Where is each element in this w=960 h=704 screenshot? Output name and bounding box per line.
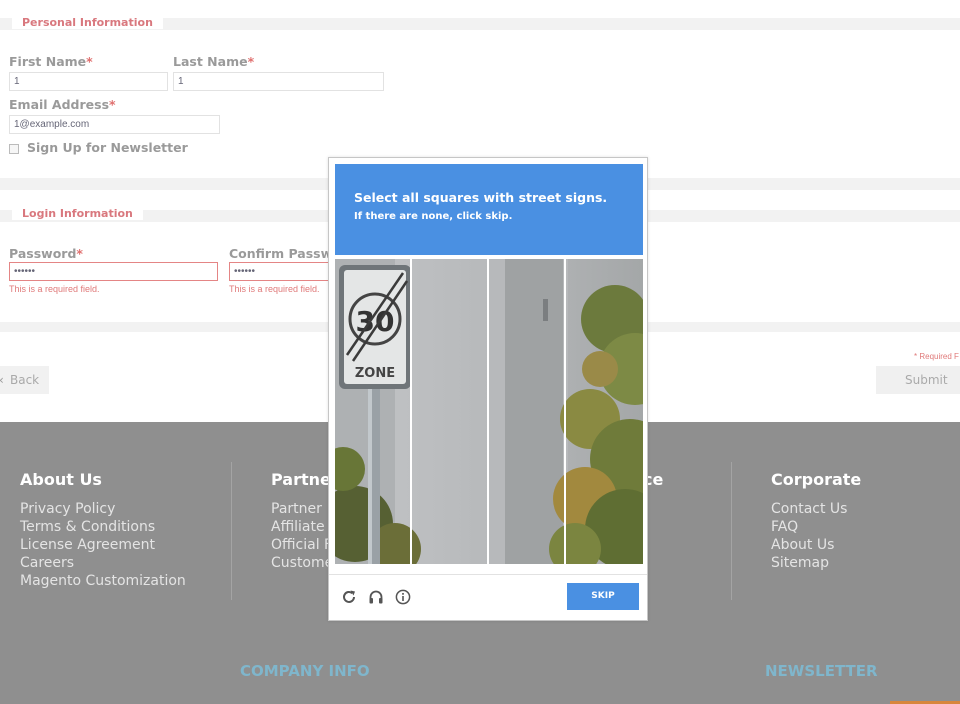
captcha-image-grid: 30 ZONE: [335, 259, 643, 564]
audio-icon[interactable]: [368, 589, 384, 605]
submit-button[interactable]: Submit: [876, 366, 960, 394]
tile-divider: [487, 259, 489, 564]
footer-link-official[interactable]: Official F: [271, 536, 332, 554]
footer-company-info-heading: COMPANY INFO: [240, 662, 370, 680]
footer-link-privacy-policy[interactable]: Privacy Policy: [20, 500, 115, 518]
footer-corporate-title: Corporate: [771, 470, 862, 489]
email-label: Email Address*: [9, 97, 116, 112]
footer-divider: [731, 462, 732, 600]
street-sign: 30 ZONE: [339, 265, 411, 389]
footer-link-contact[interactable]: Contact Us: [771, 500, 847, 518]
first-name-input[interactable]: 1: [9, 72, 168, 91]
footer-link-partner[interactable]: Partner: [271, 500, 322, 518]
footer-link-careers[interactable]: Careers: [20, 554, 74, 572]
footer-newsletter-heading: NEWSLETTER: [765, 662, 878, 680]
captcha-footer-divider: [329, 574, 647, 575]
footer-link-about[interactable]: About Us: [771, 536, 834, 554]
skip-button[interactable]: SKIP: [567, 583, 639, 610]
reload-icon[interactable]: [341, 589, 357, 605]
email-input[interactable]: 1@example.com: [9, 115, 220, 134]
confirm-password-label: Confirm Passwo: [229, 246, 341, 261]
last-name-input[interactable]: 1: [173, 72, 384, 91]
footer-link-sitemap[interactable]: Sitemap: [771, 554, 829, 572]
footer-about-title: About Us: [20, 470, 102, 489]
submit-button-label: Submit: [905, 373, 948, 387]
password-error: This is a required field.: [9, 284, 100, 294]
footer-divider: [231, 462, 232, 600]
back-arrow-icon: ‹: [0, 366, 4, 394]
footer-link-magento[interactable]: Magento Customization: [20, 572, 186, 590]
login-legend: Login Information: [12, 207, 143, 220]
password-label: Password*: [9, 246, 83, 261]
footer-link-customer[interactable]: Custome: [271, 554, 333, 572]
captcha-challenge: Select all squares with street signs. If…: [328, 157, 648, 621]
confirm-password-input[interactable]: ••••••: [229, 262, 329, 281]
footer-link-faq[interactable]: FAQ: [771, 518, 798, 536]
tile-divider: [410, 259, 412, 564]
password-input[interactable]: ••••••: [9, 262, 218, 281]
footer-link-affiliate[interactable]: Affiliate: [271, 518, 325, 536]
captcha-subtitle: If there are none, click skip.: [354, 211, 513, 222]
footer-link-terms[interactable]: Terms & Conditions: [20, 518, 155, 536]
sign-zone-text: ZONE: [355, 366, 395, 381]
footer-link-license[interactable]: License Agreement: [20, 536, 155, 554]
tile-divider: [564, 259, 566, 564]
captcha-instruction: Select all squares with street signs.: [354, 190, 608, 205]
last-name-label: Last Name*: [173, 54, 255, 69]
first-name-label: First Name*: [9, 54, 93, 69]
captcha-photo: 30 ZONE: [335, 259, 643, 564]
captcha-header: Select all squares with street signs. If…: [335, 164, 643, 255]
newsletter-label: Sign Up for Newsletter: [27, 140, 188, 155]
back-button[interactable]: ‹ Back: [0, 366, 49, 394]
personal-legend: Personal Information: [12, 16, 163, 29]
required-fields-note: * Required F: [914, 352, 959, 361]
newsletter-checkbox[interactable]: [9, 144, 19, 154]
confirm-password-error: This is a required field.: [229, 284, 320, 294]
info-icon[interactable]: [395, 589, 411, 605]
back-button-label: Back: [10, 373, 40, 387]
